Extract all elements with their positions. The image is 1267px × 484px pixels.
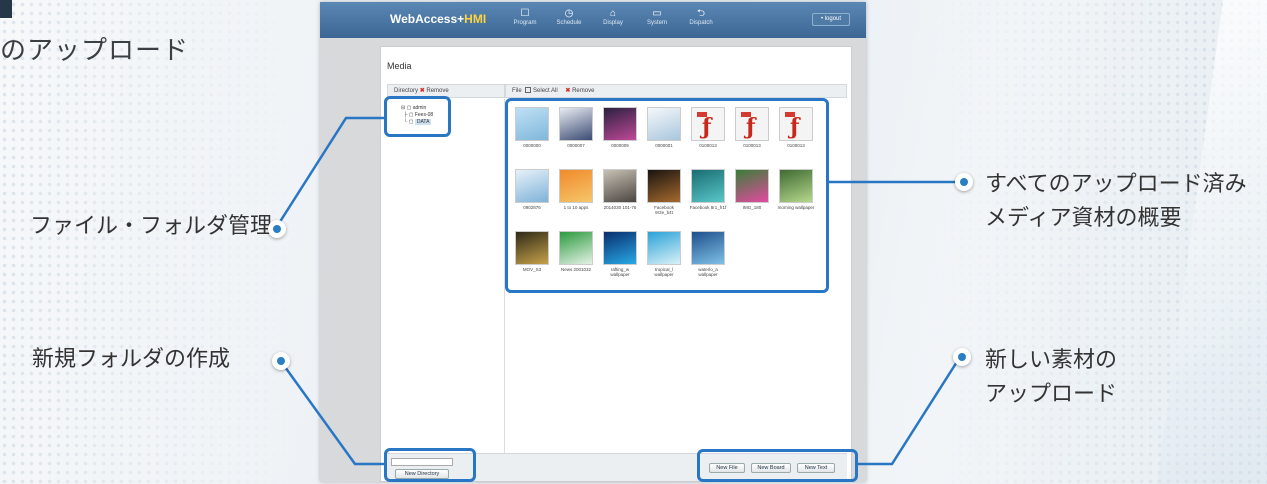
- callout-dot: [268, 220, 286, 238]
- callout-dot: [955, 173, 973, 191]
- connector-lines: [274, 116, 962, 466]
- callout-dot: [272, 352, 290, 370]
- callout-dot: [953, 348, 971, 366]
